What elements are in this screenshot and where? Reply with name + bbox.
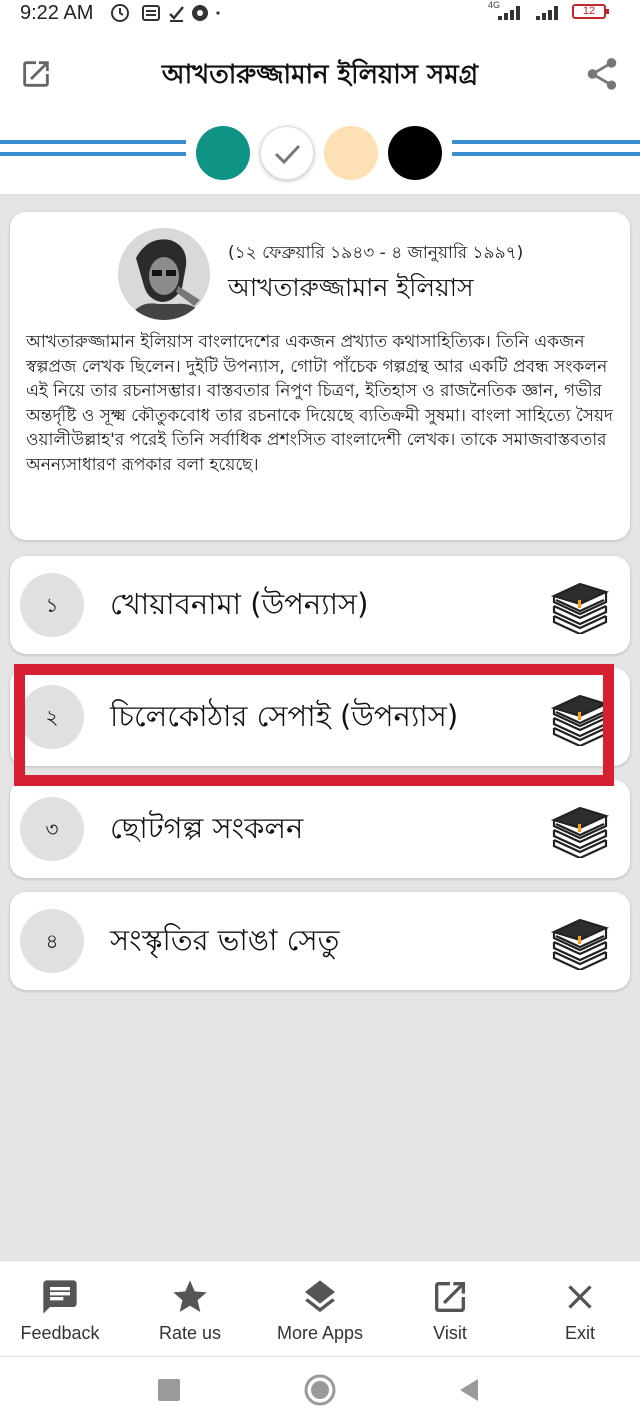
- author-card: (১২ ফেব্রুয়ারি ১৯৪৩ - ৪ জানুয়ারি ১৯৯৭)…: [10, 212, 630, 540]
- recent-apps-button[interactable]: [158, 1379, 180, 1401]
- books-stack-icon: [550, 912, 610, 972]
- stripe-right-1: [452, 140, 640, 144]
- signal-icon: [498, 6, 524, 20]
- author-description: আখতারুজ্জামান ইলিয়াস বাংলাদেশের একজন প্…: [26, 332, 613, 475]
- page-title: আখতারুজ্জামান ইলিয়াস সমগ্র: [161, 60, 479, 90]
- books-stack-icon: [550, 576, 610, 636]
- status-notification-icons: [110, 2, 220, 29]
- theme-selector: [0, 118, 640, 195]
- system-nav-bar: [0, 1356, 640, 1423]
- theme-swatch-teal[interactable]: [196, 126, 250, 180]
- nav-feedback-label: Feedback: [20, 1323, 100, 1343]
- author-avatar: [118, 228, 210, 320]
- author-dates: (১২ ফেব্রুয়ারি ১৯৪৩ - ৪ জানুয়ারি ১৯৯৭): [228, 243, 524, 263]
- theme-swatch-cream[interactable]: [324, 126, 378, 180]
- nav-rate-label: Rate us: [158, 1323, 222, 1343]
- book-number: ১: [20, 573, 84, 637]
- status-bar: 9:22 AM 4G 12: [0, 0, 640, 32]
- stripe-right-2: [452, 152, 640, 156]
- back-button[interactable]: [456, 1377, 482, 1403]
- open-in-new-icon: [390, 1277, 510, 1317]
- home-button[interactable]: [304, 1374, 336, 1406]
- book-number: ৪: [20, 909, 84, 973]
- nav-visit[interactable]: Visit: [390, 1277, 510, 1344]
- book-item-3[interactable]: ৩ ছোটগল্প সংকলন: [10, 780, 630, 878]
- share-icon[interactable]: [582, 54, 622, 94]
- theme-swatch-black[interactable]: [388, 126, 442, 180]
- book-title: সংস্কৃতির ভাঙা সেতু: [110, 923, 340, 957]
- book-number: ৩: [20, 797, 84, 861]
- nav-exit-label: Exit: [564, 1323, 595, 1343]
- author-name: আখতারুজ্জামান ইলিয়াস: [228, 273, 474, 302]
- nav-visit-label: Visit: [433, 1323, 467, 1343]
- signal-icon-2: [536, 6, 562, 20]
- books-stack-icon: [550, 800, 610, 860]
- check-icon: [274, 144, 301, 165]
- app-bar: আখতারুজ্জামান ইলিয়াস সমগ্র: [0, 32, 640, 119]
- book-item-4[interactable]: ৪ সংস্কৃতির ভাঙা সেতু: [10, 892, 630, 990]
- nav-more-apps-label: More Apps: [276, 1323, 364, 1343]
- nav-rate[interactable]: Rate us: [130, 1277, 250, 1344]
- stripe-left-2: [0, 152, 186, 156]
- highlight-box: [14, 664, 614, 786]
- layers-icon: [260, 1277, 380, 1317]
- feedback-icon: [0, 1277, 120, 1317]
- stripe-left-1: [0, 140, 186, 144]
- star-icon: [130, 1277, 250, 1317]
- close-icon: [520, 1277, 640, 1317]
- theme-swatch-white[interactable]: [260, 126, 314, 180]
- bottom-nav: Feedback Rate us More Apps Visit Exit: [0, 1260, 640, 1357]
- nav-more-apps[interactable]: More Apps: [260, 1277, 380, 1344]
- book-title: খোয়াবনামা (উপন্যাস): [110, 587, 369, 621]
- nav-feedback[interactable]: Feedback: [0, 1277, 120, 1344]
- book-item-1[interactable]: ১ খোয়াবনামা (উপন্যাস): [10, 556, 630, 654]
- status-time: 9:22 AM: [20, 2, 94, 24]
- nav-exit[interactable]: Exit: [520, 1277, 640, 1344]
- notification-icons: [111, 4, 220, 22]
- battery-icon: 12: [572, 4, 609, 19]
- book-title: ছোটগল্প সংকলন: [110, 811, 304, 845]
